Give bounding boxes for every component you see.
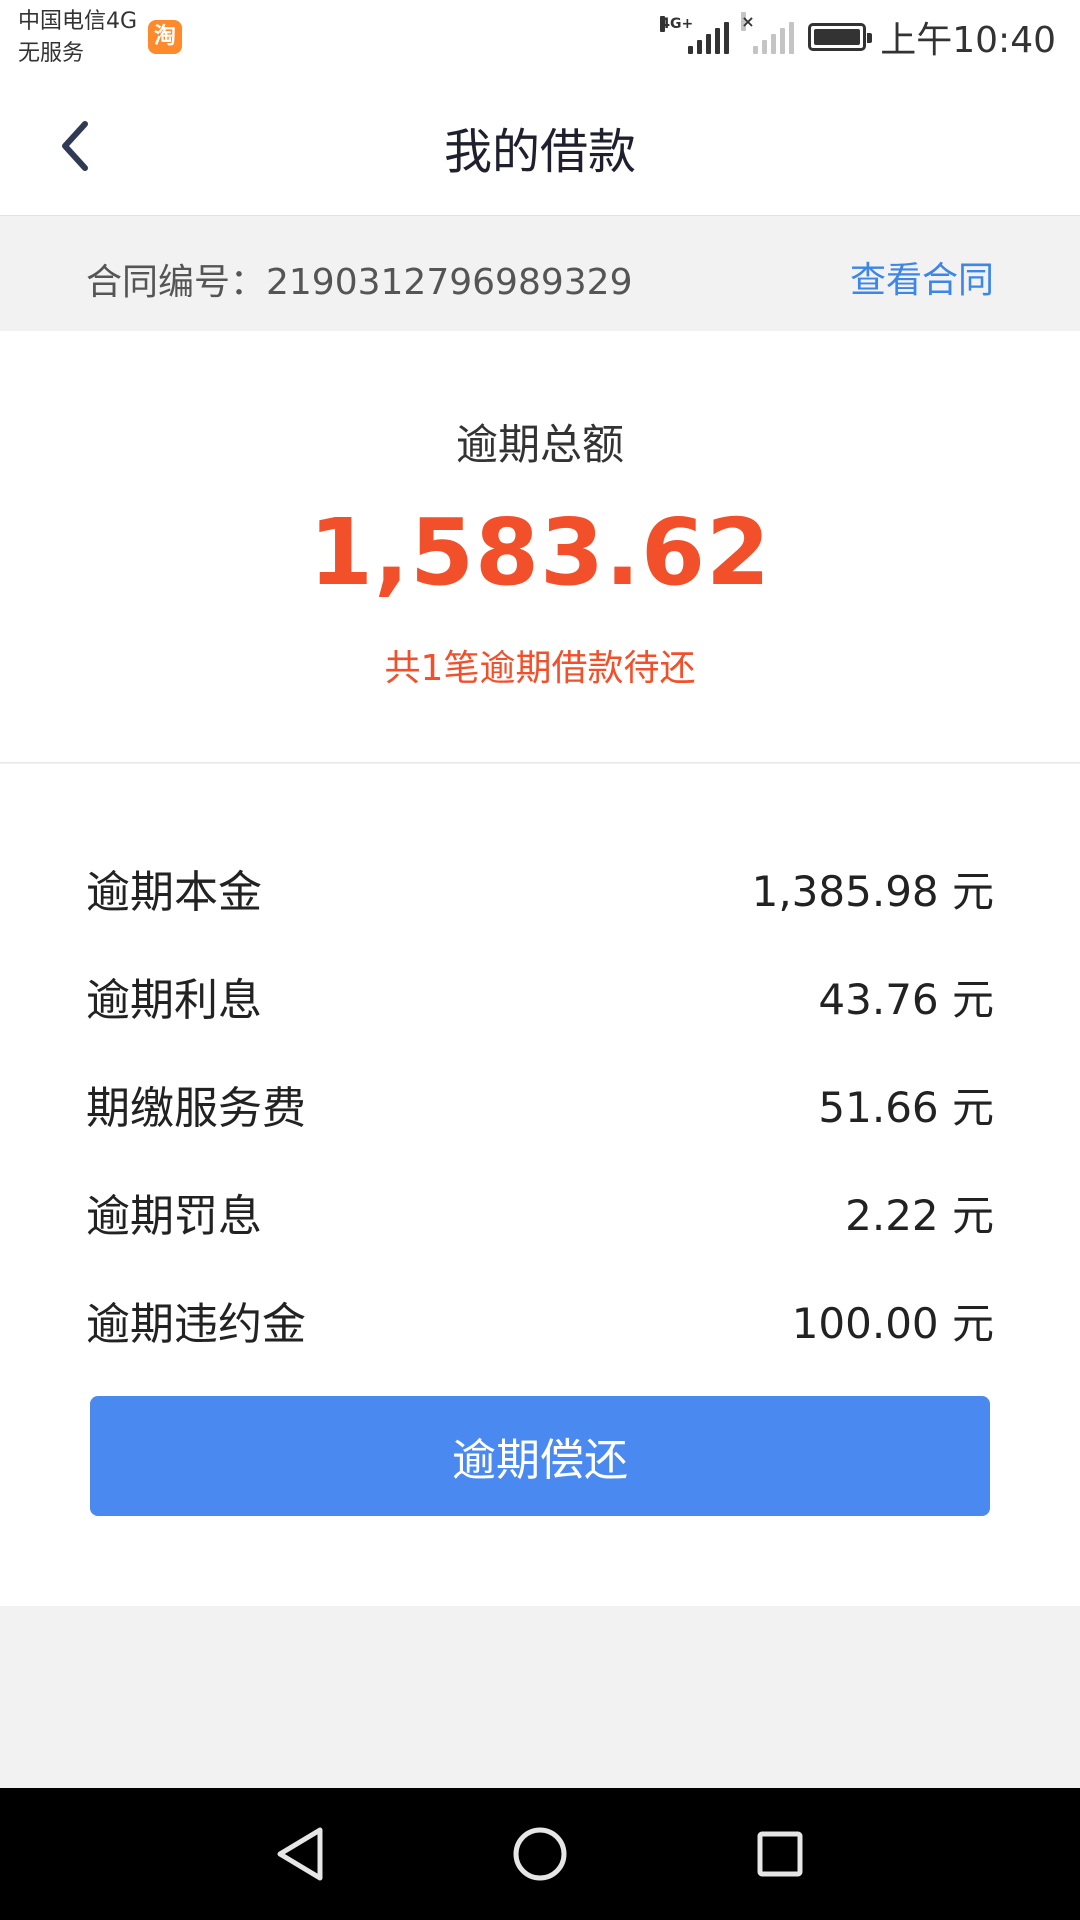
- overdue-count-note: 共1笔逾期借款待还: [384, 648, 696, 689]
- taobao-notification-icon: 淘: [148, 20, 182, 54]
- system-home-button[interactable]: [504, 1818, 576, 1890]
- detail-value: 43.76 元: [818, 974, 994, 1024]
- signal-strength-icon: 4G+: [660, 16, 730, 54]
- detail-value: 51.66 元: [818, 1082, 994, 1132]
- navigation-bar: 我的借款: [0, 76, 1080, 216]
- overdue-summary: 逾期总额 1,583.62 共1笔逾期借款待还: [0, 331, 1080, 763]
- detail-value: 100.00 元: [791, 1298, 994, 1348]
- system-navigation-bar: [0, 1788, 1080, 1920]
- circle-home-icon: [513, 1827, 567, 1881]
- page-title: 我的借款: [443, 124, 636, 180]
- view-contract-link[interactable]: 查看合同: [850, 251, 994, 303]
- detail-value: 2.22 元: [845, 1190, 994, 1240]
- detail-row-penalty-interest: 逾期罚息 2.22 元: [86, 1182, 994, 1243]
- status-bar: 中国电信4G 无服务 淘 4G+ × 上午10:40: [0, 0, 1080, 76]
- no-signal-icon: ×: [741, 12, 795, 54]
- detail-row-principal: 逾期本金 1,385.98 元: [86, 858, 994, 919]
- detail-label: 逾期罚息: [86, 1191, 262, 1242]
- triangle-back-icon: [277, 1827, 323, 1881]
- overdue-total-amount: 1,583.62: [309, 499, 771, 606]
- status-clock: 上午10:40: [880, 20, 1056, 61]
- detail-value: 1,385.98 元: [751, 866, 994, 916]
- contract-bar: 合同编号：2190312796989329 查看合同: [0, 217, 1080, 331]
- detail-row-liquidated-damages: 逾期违约金 100.00 元: [86, 1290, 994, 1351]
- contract-number: 合同编号：2190312796989329: [86, 262, 633, 303]
- carrier-info: 中国电信4G 无服务: [18, 6, 137, 70]
- battery-icon: [808, 23, 873, 51]
- detail-row-interest: 逾期利息 43.76 元: [86, 966, 994, 1027]
- square-recent-icon: [757, 1831, 803, 1877]
- overdue-repay-button[interactable]: 逾期偿还: [90, 1396, 990, 1516]
- system-back-button[interactable]: [264, 1818, 336, 1890]
- overdue-details: 逾期本金 1,385.98 元 逾期利息 43.76 元 期缴服务费 51.66…: [0, 764, 1080, 1606]
- status-indicators: 4G+ × 上午10:40: [658, 12, 1056, 62]
- detail-label: 逾期本金: [86, 867, 262, 918]
- system-recent-apps-button[interactable]: [744, 1818, 816, 1890]
- no-service-x-mark: ×: [741, 12, 755, 31]
- detail-label: 逾期违约金: [86, 1299, 306, 1350]
- network-type-tag: 4G+: [660, 16, 694, 32]
- service-status: 无服务: [18, 41, 85, 66]
- detail-label: 逾期利息: [86, 975, 262, 1026]
- detail-label: 期缴服务费: [86, 1083, 306, 1134]
- detail-row-service-fee: 期缴服务费 51.66 元: [86, 1074, 994, 1135]
- carrier-name: 中国电信4G: [18, 9, 138, 34]
- overdue-total-label: 逾期总额: [455, 420, 624, 469]
